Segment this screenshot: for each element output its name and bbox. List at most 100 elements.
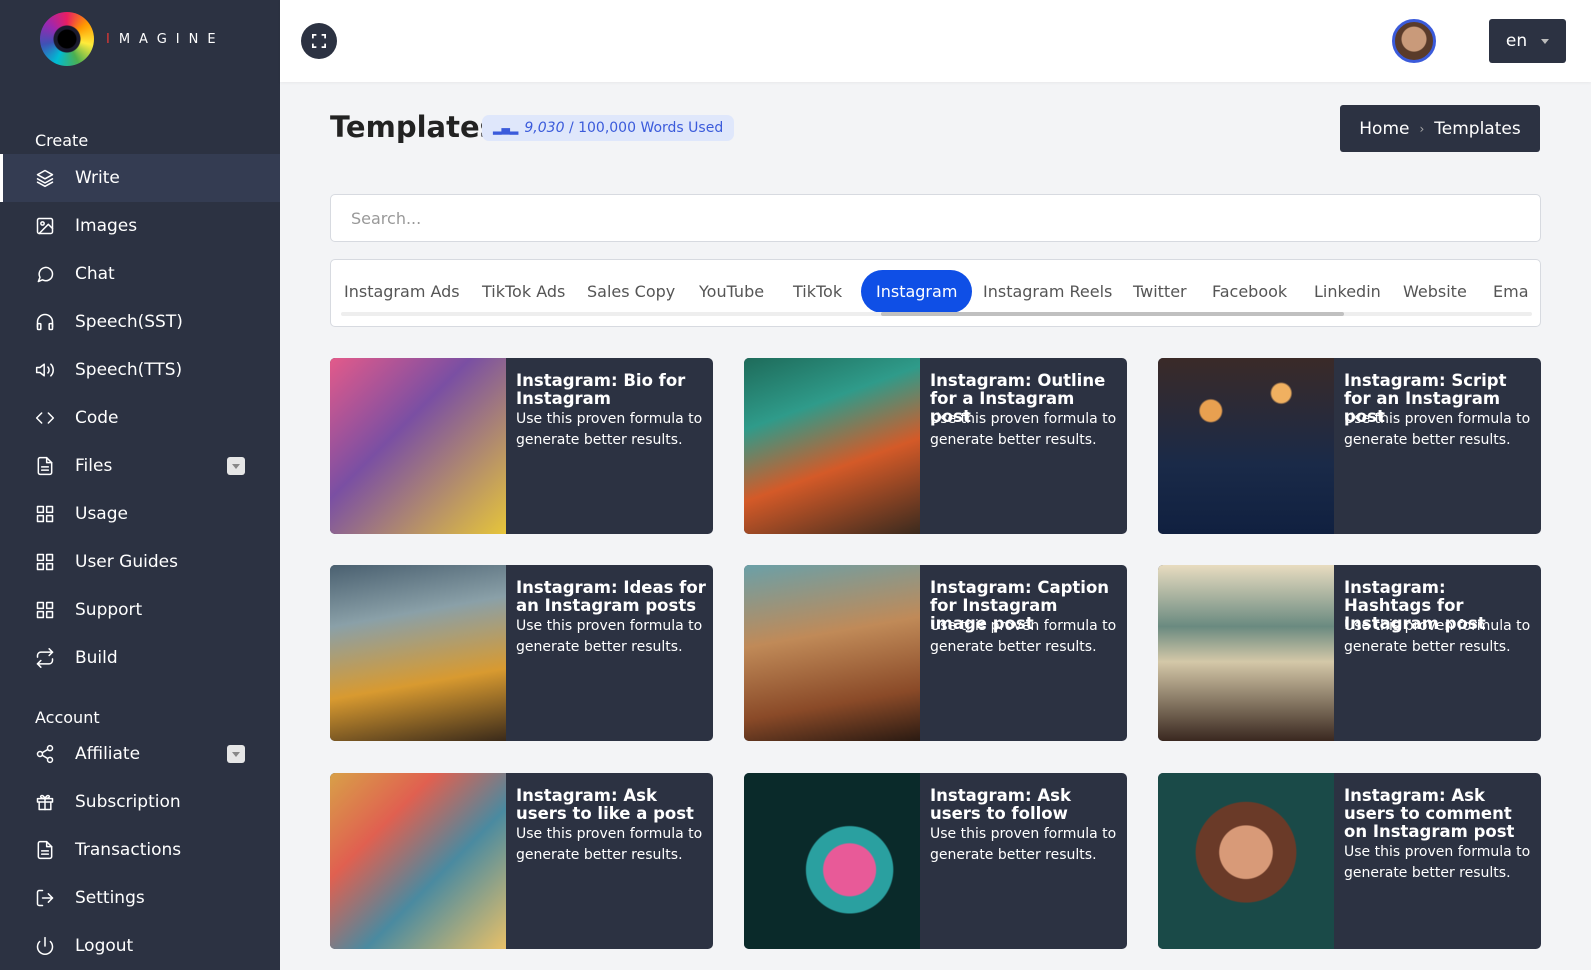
breadcrumb-current: Templates xyxy=(1434,118,1521,139)
tabs-scrollbar[interactable] xyxy=(341,312,1532,316)
fullscreen-icon xyxy=(312,34,326,48)
words-used-count: 9,030 xyxy=(524,120,565,136)
chat-icon xyxy=(35,264,55,284)
language-dropdown[interactable]: en xyxy=(1489,19,1566,63)
top-bar: en xyxy=(280,0,1591,82)
sidebar-item-label: Images xyxy=(75,216,138,236)
layers-icon xyxy=(35,168,55,188)
tab-tiktok[interactable]: TikTok xyxy=(793,270,842,313)
bar-chart-icon: ▂▄▂ xyxy=(493,121,519,135)
sidebar-item-write[interactable]: Write xyxy=(0,154,280,202)
sidebar-item-label: Subscription xyxy=(75,792,181,812)
grid-icon xyxy=(35,552,55,572)
sidebar-item-support[interactable]: Support xyxy=(0,586,280,634)
sidebar-item-usage[interactable]: Usage xyxy=(0,490,280,538)
sidebar-item-subscription[interactable]: Subscription xyxy=(0,778,280,826)
template-card-outline[interactable]: Instagram: Outline for a Instagram post … xyxy=(744,358,1127,534)
sidebar-item-code[interactable]: Code xyxy=(0,394,280,442)
search-input[interactable] xyxy=(330,194,1541,242)
repeat-icon xyxy=(35,648,55,668)
files-expand-toggle[interactable] xyxy=(227,457,245,475)
template-image xyxy=(744,773,920,949)
sidebar-item-label: Build xyxy=(75,648,118,668)
logo-text: IMAGINE xyxy=(106,31,225,47)
template-description: Use this proven formula to generate bett… xyxy=(516,618,703,655)
sidebar-item-speech-tts[interactable]: Speech(TTS) xyxy=(0,346,280,394)
template-card-ideas[interactable]: Instagram: Ideas for an Instagram posts … xyxy=(330,565,713,741)
file-icon xyxy=(35,840,55,860)
template-image xyxy=(1158,358,1334,534)
breadcrumb: Home › Templates xyxy=(1340,105,1540,152)
template-description: Use this proven formula to generate bett… xyxy=(516,411,703,448)
template-card-follow[interactable]: Instagram: Ask users to follow Use this … xyxy=(744,773,1127,949)
tab-instagram-ads[interactable]: Instagram Ads xyxy=(344,270,460,313)
words-used-badge: ▂▄▂ 9,030 / 100,000 Words Used xyxy=(482,115,735,141)
tab-website[interactable]: Website xyxy=(1403,270,1467,313)
logo[interactable]: IMAGINE xyxy=(40,12,225,66)
sidebar-item-logout[interactable]: Logout xyxy=(0,922,280,970)
template-card-hashtags[interactable]: Instagram: Hashtags for Instagram post U… xyxy=(1158,565,1541,741)
sidebar-item-label: Write xyxy=(75,168,120,188)
template-image xyxy=(1158,565,1334,741)
tab-tiktok-ads[interactable]: TikTok Ads xyxy=(482,270,565,313)
template-description: Use this proven formula to generate bett… xyxy=(930,411,1117,448)
sidebar-item-label: Code xyxy=(75,408,119,428)
template-card-like[interactable]: Instagram: Ask users to like a post Use … xyxy=(330,773,713,949)
template-description: Use this proven formula to generate bett… xyxy=(1344,844,1531,881)
template-card-bio[interactable]: Instagram: Bio for Instagram Use this pr… xyxy=(330,358,713,534)
tab-instagram[interactable]: Instagram xyxy=(861,270,973,313)
sidebar-item-transactions[interactable]: Transactions xyxy=(0,826,280,874)
sidebar-item-label: Usage xyxy=(75,504,128,524)
logo-mark-icon xyxy=(40,12,94,66)
template-description: Use this proven formula to generate bett… xyxy=(1344,618,1531,655)
breadcrumb-home[interactable]: Home xyxy=(1359,119,1409,139)
sidebar-item-label: User Guides xyxy=(75,552,178,572)
sidebar-item-files[interactable]: Files xyxy=(0,442,280,490)
template-image xyxy=(330,773,506,949)
section-label-create: Create xyxy=(35,131,89,150)
template-description: Use this proven formula to generate bett… xyxy=(1344,411,1531,448)
tab-youtube[interactable]: YouTube xyxy=(699,270,764,313)
sidebar-item-user-guides[interactable]: User Guides xyxy=(0,538,280,586)
tab-linkedin[interactable]: Linkedin xyxy=(1314,270,1381,313)
template-title: Instagram: Ask users to follow xyxy=(930,786,1071,823)
template-title: Instagram: Ideas for an Instagram posts xyxy=(516,578,706,615)
template-card-caption[interactable]: Instagram: Caption for Instagram image p… xyxy=(744,565,1127,741)
tab-facebook[interactable]: Facebook xyxy=(1212,270,1287,313)
fullscreen-button[interactable] xyxy=(301,23,337,59)
template-description: Use this proven formula to generate bett… xyxy=(930,618,1117,655)
template-image xyxy=(1158,773,1334,949)
sidebar: IMAGINE Create Write Images Chat Speech(… xyxy=(0,0,280,970)
code-icon xyxy=(35,408,55,428)
sidebar-item-settings[interactable]: Settings xyxy=(0,874,280,922)
speaker-icon xyxy=(35,360,55,380)
avatar[interactable] xyxy=(1392,19,1436,63)
sidebar-item-build[interactable]: Build xyxy=(0,634,280,682)
template-image xyxy=(330,358,506,534)
sidebar-item-chat[interactable]: Chat xyxy=(0,250,280,298)
tab-twitter[interactable]: Twitter xyxy=(1133,270,1187,313)
template-card-comment[interactable]: Instagram: Ask users to comment on Insta… xyxy=(1158,773,1541,949)
sidebar-item-speech-sst[interactable]: Speech(SST) xyxy=(0,298,280,346)
sidebar-item-label: Files xyxy=(75,456,113,476)
share-icon xyxy=(35,744,55,764)
chevron-right-icon: › xyxy=(1419,121,1425,136)
sidebar-item-label: Affiliate xyxy=(75,744,141,764)
file-icon xyxy=(35,456,55,476)
sidebar-item-label: Support xyxy=(75,600,143,620)
tab-email[interactable]: Ema xyxy=(1493,270,1529,313)
tab-sales-copy[interactable]: Sales Copy xyxy=(587,270,675,313)
tab-instagram-reels[interactable]: Instagram Reels xyxy=(983,270,1112,313)
template-card-script[interactable]: Instagram: Script for an Instagram post … xyxy=(1158,358,1541,534)
page-title: Templates xyxy=(330,110,497,144)
logout-arrow-icon xyxy=(35,888,55,908)
sidebar-item-label: Chat xyxy=(75,264,115,284)
tabs-scrollbar-thumb[interactable] xyxy=(881,312,1344,316)
sidebar-item-images[interactable]: Images xyxy=(0,202,280,250)
affiliate-expand-toggle[interactable] xyxy=(227,745,245,763)
template-image xyxy=(744,565,920,741)
sidebar-item-label: Transactions xyxy=(75,840,182,860)
template-title: Instagram: Ask users to like a post xyxy=(516,786,694,823)
sidebar-item-affiliate[interactable]: Affiliate xyxy=(0,730,280,778)
language-label: en xyxy=(1505,31,1528,51)
